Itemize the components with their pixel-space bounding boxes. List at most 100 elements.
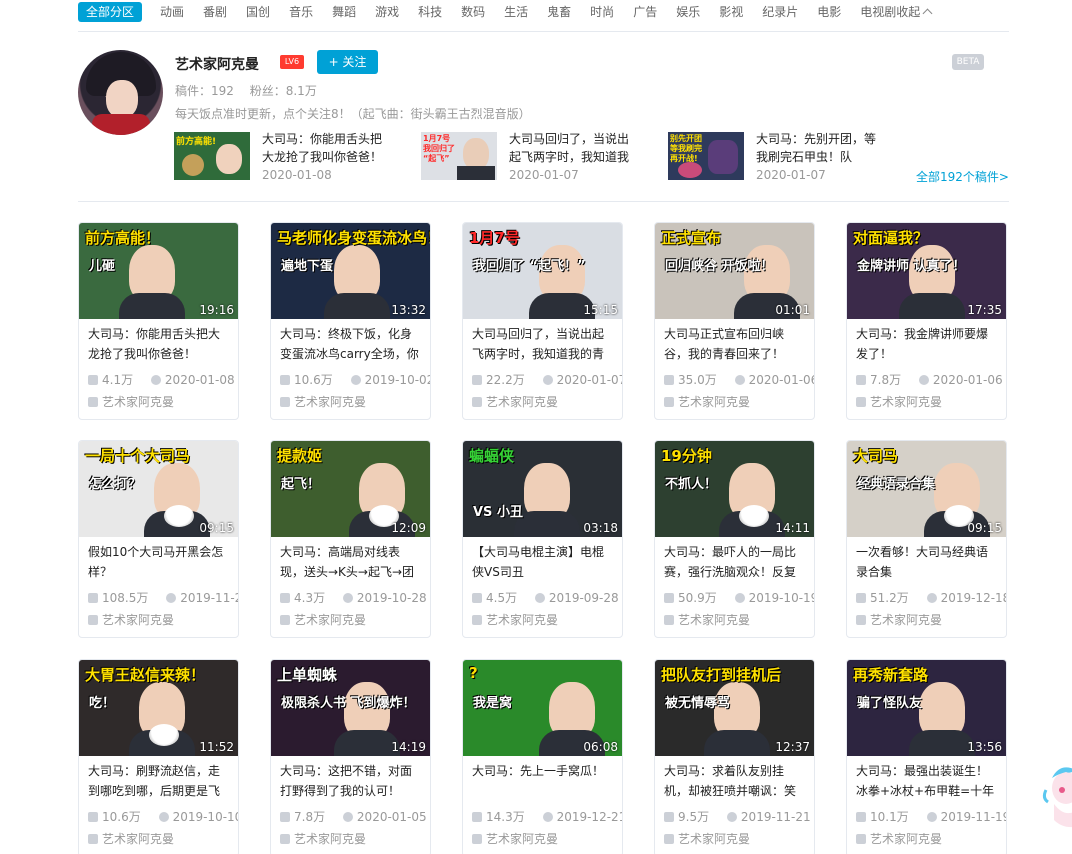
cover-subcaption: 极限杀人书 飞到爆炸！	[281, 696, 416, 711]
video-author[interactable]: 艺术家阿克曼	[88, 393, 174, 410]
video-author[interactable]: 艺术家阿克曼	[88, 611, 174, 628]
video-cover[interactable]: 1月7号 我回归了 “起飞！” 15:15	[463, 223, 622, 319]
video-author[interactable]: 艺术家阿克曼	[856, 611, 942, 628]
video-card[interactable]: 1月7号 我回归了 “起飞！” 15:15 大司马回归了，当说出起飞两字时，我知…	[462, 222, 623, 420]
category-item[interactable]: 电影	[817, 3, 841, 20]
video-cover[interactable]: 上单蜘蛛 极限杀人书 飞到爆炸！ 14:19	[271, 660, 430, 756]
video-title[interactable]: 大司马：最强出装诞生！冰拳+冰杖+布甲鞋=十年	[856, 761, 998, 801]
video-title[interactable]: 大司马：最吓人的一局比赛，强行洗脑观众！反复	[664, 542, 806, 582]
recent-thumbnail[interactable]: 别先开团 等我刷完 再开战!	[668, 132, 744, 180]
video-title[interactable]: 大司马：我金牌讲师要爆发了！	[856, 324, 998, 364]
video-card[interactable]: 蝙蝠侠 VS 小丑 03:18 【大司马电棍主演】电棍侠VS司丑 4.5万 20…	[462, 440, 623, 638]
category-all[interactable]: 全部分区	[78, 1, 143, 22]
video-author[interactable]: 艺术家阿克曼	[664, 611, 750, 628]
video-title[interactable]: 大司马：终极下饭，化身变蛋流冰鸟carry全场，你	[280, 324, 422, 364]
video-title[interactable]: 一次看够！大司马经典语录合集	[856, 542, 998, 582]
category-item[interactable]: 音乐	[289, 3, 313, 20]
video-cover[interactable]: 蝙蝠侠 VS 小丑 03:18	[463, 441, 622, 537]
video-author[interactable]: 艺术家阿克曼	[664, 393, 750, 410]
video-card[interactable]: 对面逼我？ 金牌讲师 认真了！ 17:35 大司马：我金牌讲师要爆发了！ 7.8…	[846, 222, 1007, 420]
category-item[interactable]: 动画	[160, 3, 184, 20]
video-cover[interactable]: 前方高能！ 儿砸 19:16	[79, 223, 238, 319]
category-item[interactable]: 纪录片	[762, 3, 798, 20]
video-title[interactable]: 大司马：高端局对线表现，送头→K头→起飞→团	[280, 542, 422, 582]
recent-thumbnail[interactable]: 前方高能!	[174, 132, 250, 180]
video-card[interactable]: 一局十个大司马 怎么打？ 09:15 假如10个大司马开黑会怎样？ 108.5万…	[78, 440, 239, 638]
video-title[interactable]: 大司马：刷野流赵信，走到哪吃到哪，后期更是飞	[88, 761, 230, 801]
video-card[interactable]: 正式宣布 回归峡谷 开饭啦！ 01:01 大司马正式宣布回归峡谷，我的青春回来了…	[654, 222, 815, 420]
video-cover[interactable]: 再秀新套路 骗了怪队友 13:56	[847, 660, 1006, 756]
recent-date: 2020-01-08	[262, 168, 332, 182]
video-card[interactable]: ? 我是窝 06:08 大司马：先上一手窝瓜！ 14.3万 2019-12-21…	[462, 659, 623, 854]
follow-button[interactable]: + 关注	[317, 50, 378, 74]
category-item[interactable]: 番剧	[203, 3, 227, 20]
category-item[interactable]: 游戏	[375, 3, 399, 20]
video-cover[interactable]: ? 我是窝 06:08	[463, 660, 622, 756]
video-title[interactable]: 假如10个大司马开黑会怎样？	[88, 542, 230, 582]
video-title[interactable]: 大司马正式宣布回归峡谷，我的青春回来了！	[664, 324, 806, 364]
upload-date: 2019-12-21	[556, 810, 623, 824]
video-title[interactable]: 大司马：先上一手窝瓜！	[472, 761, 614, 801]
mascot-icon[interactable]	[1040, 760, 1072, 830]
author-name: 艺术家阿克曼	[102, 395, 175, 409]
video-card[interactable]: 前方高能！ 儿砸 19:16 大司马：你能用舌头把大龙抢了我叫你爸爸！ 4.1万…	[78, 222, 239, 420]
video-author[interactable]: 艺术家阿克曼	[280, 830, 366, 847]
video-title[interactable]: 【大司马电棍主演】电棍侠VS司丑	[472, 542, 614, 582]
category-item[interactable]: 时尚	[590, 3, 614, 20]
video-card[interactable]: 马老师化身变蛋流冰鸟！ 遍地下蛋 13:32 大司马：终极下饭，化身变蛋流冰鸟c…	[270, 222, 431, 420]
video-card[interactable]: 提款姬 起飞！ 12:09 大司马：高端局对线表现，送头→K头→起飞→团 4.3…	[270, 440, 431, 638]
video-author[interactable]: 艺术家阿克曼	[664, 830, 750, 847]
video-cover[interactable]: 马老师化身变蛋流冰鸟！ 遍地下蛋 13:32	[271, 223, 430, 319]
category-item[interactable]: 娱乐	[676, 3, 700, 20]
video-author[interactable]: 艺术家阿克曼	[472, 611, 558, 628]
video-author[interactable]: 艺术家阿克曼	[472, 830, 558, 847]
view-count: 14.3万	[486, 810, 525, 824]
video-title[interactable]: 大司马：你能用舌头把大龙抢了我叫你爸爸！	[88, 324, 230, 364]
all-videos-link[interactable]: 全部192个稿件>	[916, 168, 1009, 185]
video-author[interactable]: 艺术家阿克曼	[280, 393, 366, 410]
video-author[interactable]: 艺术家阿克曼	[472, 393, 558, 410]
uploader-stats: 稿件：192 粉丝：8.1万	[175, 82, 329, 99]
video-card[interactable]: 大胃王赵信来辣！ 吃！ 11:52 大司马：刷野流赵信，走到哪吃到哪，后期更是飞…	[78, 659, 239, 854]
clock-icon	[542, 375, 553, 385]
clock-icon	[342, 812, 353, 822]
recent-title[interactable]: 大司马：先别开团，等我刷完石甲虫！队	[756, 130, 884, 166]
video-cover[interactable]: 把队友打到挂机后 被无情辱骂 12:37	[655, 660, 814, 756]
avatar[interactable]	[78, 50, 163, 135]
video-card[interactable]: 上单蜘蛛 极限杀人书 飞到爆炸！ 14:19 大司马：这把不错，对面打野得到了我…	[270, 659, 431, 854]
category-item[interactable]: 数码	[461, 3, 485, 20]
category-item[interactable]: 生活	[504, 3, 528, 20]
video-card[interactable]: 把队友打到挂机后 被无情辱骂 12:37 大司马：求着队友别挂机，却被狂喷并嘲讽…	[654, 659, 815, 854]
video-meta: 7.8万 2020-01-05	[280, 808, 427, 825]
category-item[interactable]: 国创	[246, 3, 270, 20]
category-item[interactable]: 科技	[418, 3, 442, 20]
category-item[interactable]: 舞蹈	[332, 3, 356, 20]
recent-thumbnail[interactable]: 1月7号 我回归了 “起飞”	[421, 132, 497, 180]
video-title[interactable]: 大司马：这把不错，对面打野得到了我的认可！	[280, 761, 422, 801]
category-item[interactable]: 影视	[719, 3, 743, 20]
play-count-icon	[88, 812, 98, 822]
video-title[interactable]: 大司马回归了，当说出起飞两字时，我知道我的青	[472, 324, 614, 364]
video-card[interactable]: 再秀新套路 骗了怪队友 13:56 大司马：最强出装诞生！冰拳+冰杖+布甲鞋=十…	[846, 659, 1007, 854]
video-meta: 4.1万 2020-01-08	[88, 371, 235, 388]
uploader-name[interactable]: 艺术家阿克曼	[175, 54, 259, 74]
video-card[interactable]: 大司马 经典语录合集 09:15 一次看够！大司马经典语录合集 51.2万 20…	[846, 440, 1007, 638]
video-cover[interactable]: 提款姬 起飞！ 12:09	[271, 441, 430, 537]
video-title[interactable]: 大司马：求着队友别挂机，却被狂喷并嘲讽：笑	[664, 761, 806, 801]
video-cover[interactable]: 对面逼我？ 金牌讲师 认真了！ 17:35	[847, 223, 1006, 319]
category-fold-toggle[interactable]: 电视剧收起	[860, 3, 933, 20]
video-author[interactable]: 艺术家阿克曼	[88, 830, 174, 847]
category-item[interactable]: 广告	[633, 3, 657, 20]
video-cover[interactable]: 大司马 经典语录合集 09:15	[847, 441, 1006, 537]
video-author[interactable]: 艺术家阿克曼	[280, 611, 366, 628]
recent-title[interactable]: 大司马：你能用舌头把大龙抢了我叫你爸爸！	[262, 130, 390, 166]
video-cover[interactable]: 正式宣布 回归峡谷 开饭啦！ 01:01	[655, 223, 814, 319]
video-card[interactable]: 19分钟 不抓人！ 14:11 大司马：最吓人的一局比赛，强行洗脑观众！反复 5…	[654, 440, 815, 638]
video-cover[interactable]: 大胃王赵信来辣！ 吃！ 11:52	[79, 660, 238, 756]
recent-title[interactable]: 大司马回归了，当说出起飞两字时，我知道我	[509, 130, 637, 166]
video-author[interactable]: 艺术家阿克曼	[856, 830, 942, 847]
video-author[interactable]: 艺术家阿克曼	[856, 393, 942, 410]
video-cover[interactable]: 一局十个大司马 怎么打？ 09:15	[79, 441, 238, 537]
video-cover[interactable]: 19分钟 不抓人！ 14:11	[655, 441, 814, 537]
category-item[interactable]: 鬼畜	[547, 3, 571, 20]
